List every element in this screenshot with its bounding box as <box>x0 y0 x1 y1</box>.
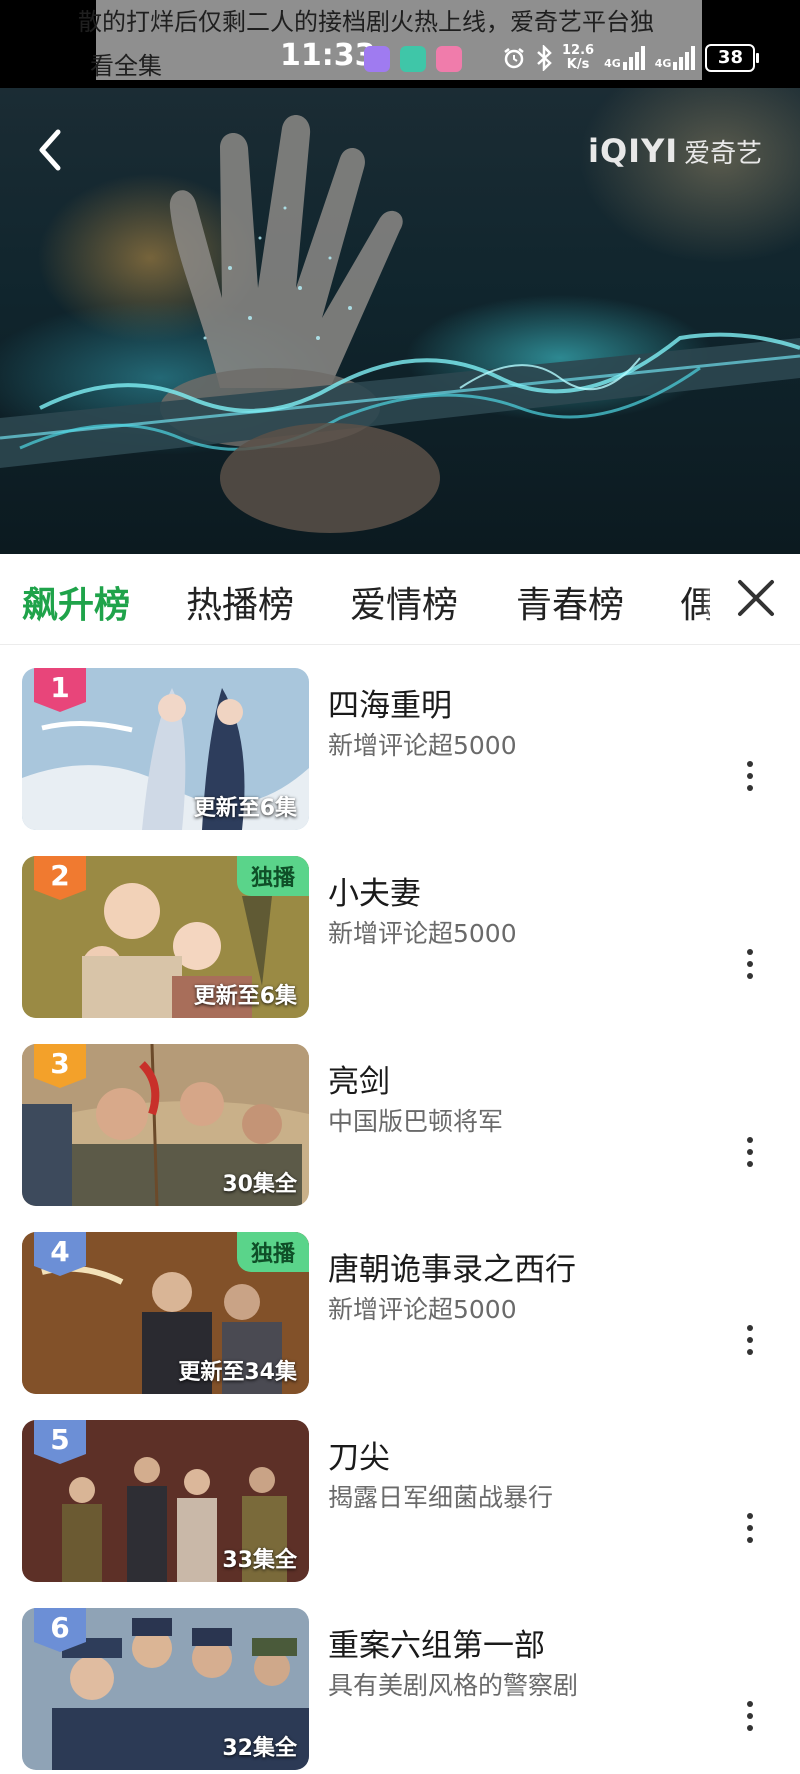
rank-badge: 3 <box>34 1044 86 1088</box>
rank-badge: 6 <box>34 1608 86 1652</box>
ranking-tabs: 飙升榜 热播榜 爱情榜 青春榜 偶 <box>0 554 800 645</box>
signal-bars-icon <box>673 46 696 70</box>
show-description: 具有美剧风格的警察剧 <box>328 1671 579 1700</box>
rank-number: 1 <box>50 671 70 704</box>
ranking-row[interactable]: 2 独播更新至6集 小夫妻新增评论超5000 <box>0 834 800 1022</box>
back-icon[interactable] <box>30 124 70 176</box>
show-description: 新增评论超5000 <box>328 731 517 760</box>
signal-bars-icon <box>622 46 645 70</box>
status-icons: 12.6 K/s 4G 4G 38 <box>502 40 760 76</box>
ranking-row[interactable]: 3 30集全 亮剑中国版巴顿将军 <box>0 1022 800 1210</box>
rank-badge: 2 <box>34 856 86 900</box>
signal-2: 4G <box>655 46 696 70</box>
tab-romance[interactable]: 爱情榜 <box>350 576 458 628</box>
signal-1: 4G <box>604 46 645 70</box>
shopping-notification-icon <box>436 46 462 72</box>
episode-count: 32集全 <box>222 1736 297 1761</box>
network-speed: 12.6 K/s <box>562 44 594 72</box>
tab-rising[interactable]: 飙升榜 <box>22 576 130 628</box>
rank-badge: 1 <box>34 668 86 712</box>
show-title[interactable]: 刀尖 <box>328 1432 390 1477</box>
show-title[interactable]: 唐朝诡事录之西行 <box>328 1244 576 1289</box>
tab-youth[interactable]: 青春榜 <box>516 576 624 628</box>
poster-thumbnail[interactable]: 1 更新至6集 <box>22 668 309 830</box>
show-description: 揭露日军细菌战暴行 <box>328 1483 554 1512</box>
close-icon[interactable] <box>734 576 778 620</box>
show-description: 新增评论超5000 <box>328 919 517 948</box>
network-speed-value: 12.6 <box>562 43 595 58</box>
more-options-icon[interactable] <box>740 1322 760 1358</box>
more-options-icon[interactable] <box>740 1698 760 1734</box>
more-options-icon[interactable] <box>740 758 760 794</box>
episode-count: 30集全 <box>222 1172 297 1197</box>
rank-badge: 4 <box>34 1232 86 1276</box>
exclusive-badge: 独播 <box>236 1232 309 1272</box>
alarm-icon <box>504 48 524 69</box>
show-title[interactable]: 小夫妻 <box>328 868 421 913</box>
notification-text-line1: 散的打烊后仅剩二人的接档剧火热上线，爱奇艺平台独 <box>78 8 654 36</box>
more-options-icon[interactable] <box>740 946 760 982</box>
rank-badge: 5 <box>34 1420 86 1464</box>
episode-count: 33集全 <box>222 1548 297 1573</box>
show-description: 新增评论超5000 <box>328 1295 517 1324</box>
exclusive-badge: 独播 <box>236 856 309 896</box>
episode-count: 更新至6集 <box>193 984 297 1009</box>
poster-thumbnail[interactable]: 3 30集全 <box>22 1044 309 1206</box>
show-description: 中国版巴顿将军 <box>328 1107 504 1136</box>
network-type-2: 4G <box>654 57 672 70</box>
poster-thumbnail[interactable]: 2 独播更新至6集 <box>22 856 309 1018</box>
show-title[interactable]: 重案六组第一部 <box>328 1620 545 1665</box>
iqiyi-logo: iQIYI 爱奇艺 <box>588 132 762 170</box>
tab-hot[interactable]: 热播榜 <box>186 576 294 628</box>
notification-text-line2: 看全集 <box>90 52 162 80</box>
ranking-row[interactable]: 1 更新至6集 四海重明新增评论超5000 <box>0 646 800 834</box>
show-title[interactable]: 亮剑 <box>328 1056 390 1101</box>
clock: 11:33 <box>280 38 376 73</box>
more-options-icon[interactable] <box>740 1134 760 1170</box>
rank-number: 6 <box>50 1611 70 1644</box>
logo-text-en: iQIYI <box>588 132 679 170</box>
episode-count: 更新至34集 <box>178 1360 297 1385</box>
rank-number: 4 <box>50 1235 70 1268</box>
episode-count: 更新至6集 <box>193 796 297 821</box>
video-player[interactable]: iQIYI 爱奇艺 <box>0 88 800 554</box>
network-speed-unit: K/s <box>566 57 590 72</box>
rank-number: 3 <box>50 1047 70 1080</box>
app-notification-icon <box>364 46 390 72</box>
more-options-icon[interactable] <box>740 1510 760 1546</box>
poster-thumbnail[interactable]: 6 32集全 <box>22 1608 309 1770</box>
rank-number: 2 <box>50 859 70 892</box>
show-title[interactable]: 四海重明 <box>328 680 452 725</box>
status-bar: 散的打烊后仅剩二人的接档剧火热上线，爱奇艺平台独 看全集 11:33 12.6 … <box>0 0 800 88</box>
poster-thumbnail[interactable]: 5 33集全 <box>22 1420 309 1582</box>
tabs-fade <box>700 554 730 644</box>
logo-text-zh: 爱奇艺 <box>684 138 763 169</box>
bluetooth-icon <box>537 45 552 71</box>
ranking-row[interactable]: 4 独播更新至34集 唐朝诡事录之西行新增评论超5000 <box>0 1210 800 1398</box>
chat-notification-icon <box>400 46 426 72</box>
ranking-row[interactable]: 5 33集全 刀尖揭露日军细菌战暴行 <box>0 1398 800 1586</box>
poster-thumbnail[interactable]: 4 独播更新至34集 <box>22 1232 309 1394</box>
battery-icon: 38 <box>705 44 760 72</box>
ranking-row[interactable]: 6 32集全 重案六组第一部具有美剧风格的警察剧 <box>0 1586 800 1774</box>
rank-number: 5 <box>50 1423 70 1456</box>
network-type-1: 4G <box>604 57 621 70</box>
